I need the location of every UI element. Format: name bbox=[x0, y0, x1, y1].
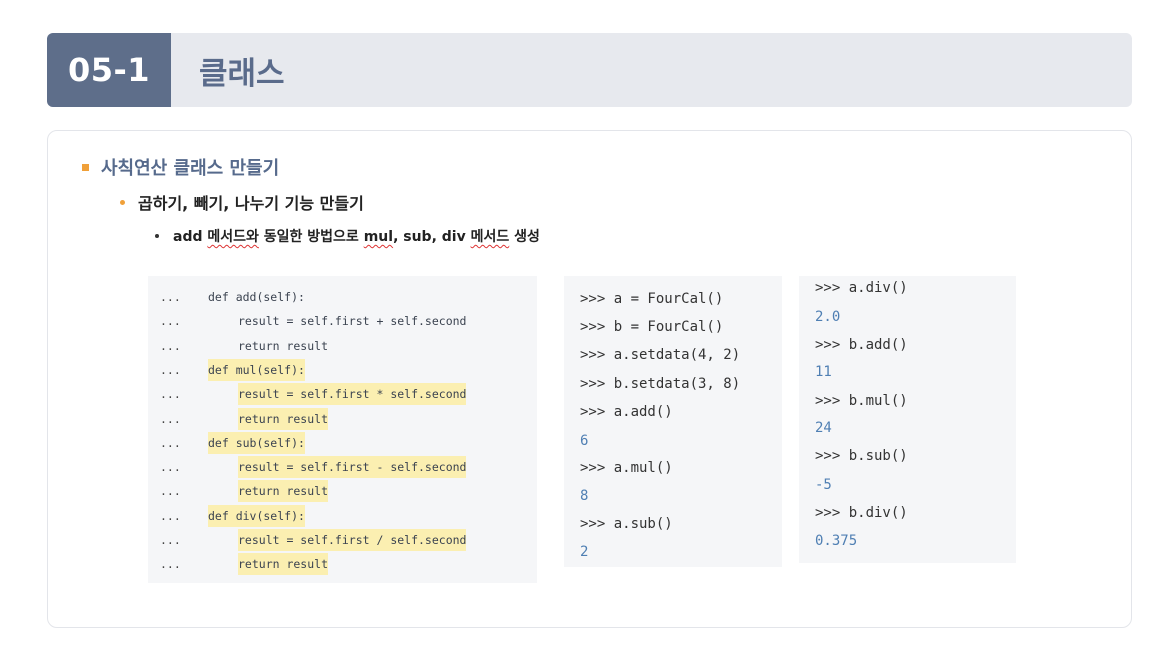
continuation-prompt: ... bbox=[160, 557, 181, 572]
repl-prompt-line: >>> b.setdata(3, 8) bbox=[580, 376, 741, 392]
repl-prompt-line: >>> a.add() bbox=[580, 404, 673, 420]
code-line: ... result = self.first / self.second bbox=[160, 529, 530, 551]
code-text: return result bbox=[238, 553, 329, 576]
repl-prompt-line: >>> a = FourCal() bbox=[580, 291, 724, 307]
repl-prompt-line: >>> b.add() bbox=[815, 337, 908, 353]
code-text: result = self.first + self.second bbox=[238, 314, 467, 329]
code-line: ... result = self.first - self.second bbox=[160, 456, 530, 479]
dot-bullet-icon bbox=[155, 234, 159, 238]
bullet-level1: 사칙연산 클래스 만들기 bbox=[82, 154, 279, 180]
bullet-level3-text: add 메서드와 동일한 방법으로 mul, sub, div 메서드 생성 bbox=[173, 229, 540, 245]
continuation-prompt: ... bbox=[160, 387, 181, 402]
repl-output-line: 2.0 bbox=[815, 309, 841, 325]
code-line: ... def mul(self): bbox=[160, 358, 530, 381]
code-text: return result bbox=[238, 480, 329, 503]
continuation-prompt: ... bbox=[160, 484, 181, 499]
code-line: ... return result bbox=[160, 335, 530, 357]
code-line: ... return result bbox=[160, 480, 530, 503]
code-line: ... return result bbox=[160, 553, 530, 576]
continuation-prompt: ... bbox=[160, 362, 181, 377]
repl-output-line: 24 bbox=[815, 420, 832, 436]
repl-output-line: 2 bbox=[580, 544, 589, 560]
repl-prompt-line: >>> b.mul() bbox=[815, 393, 908, 409]
repl-output-block-1: >>> a = FourCal() >>> b = FourCal() >>> a.… bbox=[564, 276, 782, 567]
continuation-prompt: ... bbox=[160, 533, 181, 547]
code-line: ... result = self.first + self.second bbox=[160, 310, 530, 332]
repl-prompt-line: >>> b.div() bbox=[815, 505, 908, 521]
code-line: ... result = self.first * self.second bbox=[160, 383, 530, 406]
code-line: ... return result bbox=[160, 407, 530, 430]
code-line: ... def div(self): bbox=[160, 504, 530, 527]
repl-output-line: 6 bbox=[580, 433, 589, 449]
bullet-level2-text: 곱하기, 빼기, 나누기 기능 만들기 bbox=[138, 194, 364, 213]
code-text: def div(self): bbox=[208, 504, 305, 527]
repl-output-line: -5 bbox=[815, 477, 832, 493]
code-line: ... def add(self): bbox=[160, 286, 530, 308]
repl-prompt-line: >>> a.div() bbox=[815, 280, 908, 296]
repl-prompt-line: >>> a.setdata(4, 2) bbox=[580, 347, 741, 363]
continuation-prompt: ... bbox=[160, 508, 181, 523]
code-text: return result bbox=[238, 338, 329, 353]
continuation-prompt: ... bbox=[160, 338, 181, 353]
repl-prompt-line: >>> b.sub() bbox=[815, 448, 908, 464]
section-title: 클래스 bbox=[199, 55, 285, 92]
repl-output-block-2: >>> a.div() 2.0 >>> b.add() 11 >>> b.mul() 24… bbox=[799, 276, 1016, 563]
code-text: result = self.first / self.second bbox=[238, 529, 467, 551]
bullet-level1-text: 사칙연산 클래스 만들기 bbox=[101, 158, 280, 179]
square-bullet-icon bbox=[82, 163, 89, 171]
repl-prompt-line: >>> b = FourCal() bbox=[580, 319, 724, 335]
repl-prompt-line: >>> a.mul() bbox=[580, 460, 673, 476]
repl-output-line: 8 bbox=[580, 488, 589, 504]
code-line: ... def sub(self): bbox=[160, 431, 530, 454]
repl-output-line: 0.375 bbox=[815, 533, 858, 549]
repl-prompt-line: >>> a.sub() bbox=[580, 516, 673, 532]
code-text: result = self.first - self.second bbox=[238, 456, 467, 479]
section-number: 05-1 bbox=[47, 33, 171, 107]
code-text: return result bbox=[238, 407, 329, 430]
section-header: 05-1 클래스 bbox=[47, 33, 1132, 107]
bullet-level3: add 메서드와 동일한 방법으로 mul, sub, div 메서드 생성 bbox=[155, 226, 540, 246]
continuation-prompt: ... bbox=[160, 435, 181, 450]
code-text: def sub(self): bbox=[208, 431, 305, 454]
dot-bullet-icon bbox=[120, 199, 125, 205]
code-text: def add(self): bbox=[208, 290, 305, 304]
continuation-prompt: ... bbox=[160, 460, 181, 475]
continuation-prompt: ... bbox=[160, 290, 181, 304]
bullet-level2: 곱하기, 빼기, 나누기 기능 만들기 bbox=[120, 190, 364, 214]
code-text: def mul(self): bbox=[208, 358, 305, 381]
code-text: result = self.first * self.second bbox=[238, 383, 467, 406]
continuation-prompt: ... bbox=[160, 314, 181, 329]
class-method-code-block: ... def add(self):... result = self.first … bbox=[148, 276, 537, 583]
repl-output-line: 11 bbox=[815, 364, 832, 380]
continuation-prompt: ... bbox=[160, 411, 181, 426]
